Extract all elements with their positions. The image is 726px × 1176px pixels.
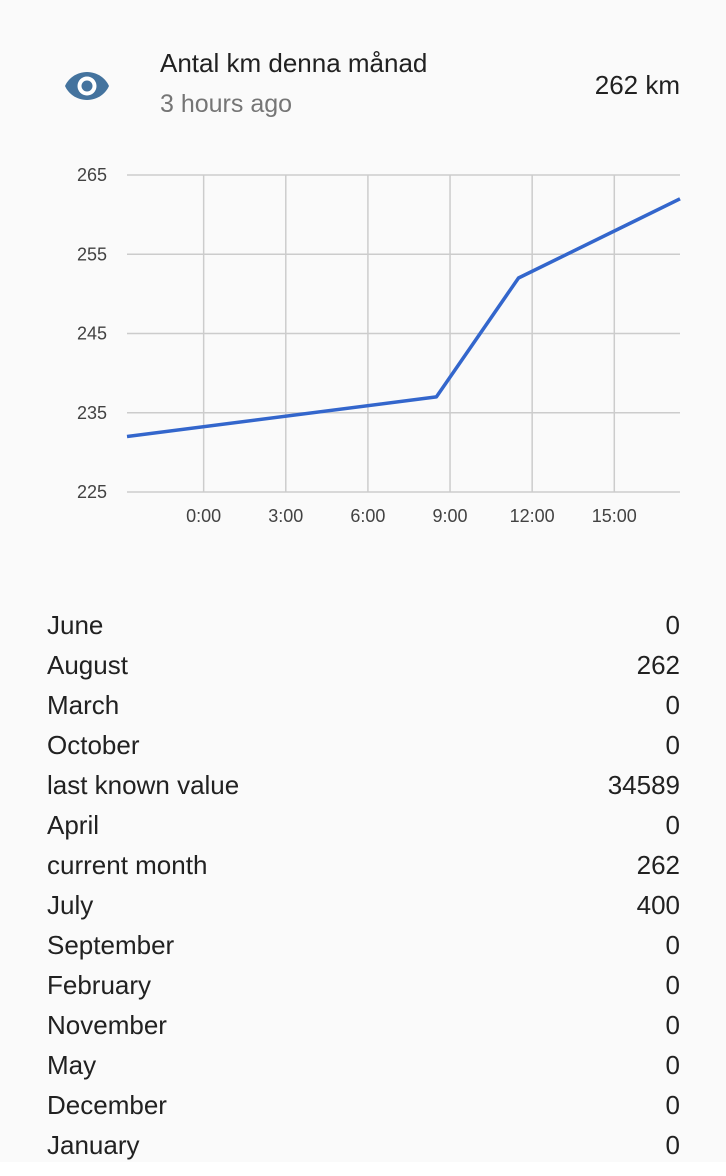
attribute-value: 0	[665, 1049, 680, 1080]
attribute-row: August 262	[47, 645, 680, 685]
x-tick-label: 9:00	[433, 506, 468, 526]
attribute-value: 0	[665, 1009, 680, 1040]
attribute-key: September	[47, 929, 175, 960]
attribute-key: December	[47, 1089, 167, 1120]
attribute-key: February	[47, 969, 152, 1000]
attribute-row: January 0	[47, 1125, 680, 1165]
attribute-value: 400	[636, 889, 680, 920]
y-axis-labels: 265 255 245 235 225	[77, 165, 107, 502]
attribute-key: January	[47, 1129, 140, 1160]
series-line[interactable]	[126, 197, 681, 439]
attribute-row: last known value 34589	[47, 765, 680, 805]
attribute-value: 0	[665, 729, 680, 760]
attribute-key: last known value	[47, 769, 240, 800]
x-tick-label: 15:00	[592, 506, 637, 526]
y-tick-label: 265	[77, 165, 107, 185]
attribute-key: October	[47, 729, 140, 760]
attribute-value: 0	[665, 1129, 680, 1160]
x-tick-label: 0:00	[186, 506, 221, 526]
eye-icon	[65, 72, 109, 100]
attribute-row: December 0	[47, 1085, 680, 1125]
attribute-value: 0	[665, 969, 680, 1000]
attribute-row: February 0	[47, 965, 680, 1005]
attribute-value: 0	[665, 809, 680, 840]
x-tick-label: 6:00	[350, 506, 385, 526]
last-changed: 3 hours ago	[160, 90, 293, 118]
attribute-row: April 0	[47, 805, 680, 845]
attribute-key: April	[47, 809, 100, 840]
attribute-row: current month 262	[47, 845, 680, 885]
entity-header[interactable]: Antal km denna månad 3 hours ago 262 km	[0, 0, 726, 140]
attributes-list: June 0 August 262 March 0 October 0 last known v…	[47, 605, 680, 1165]
attribute-value: 0	[665, 1089, 680, 1120]
x-tick-label: 3:00	[268, 506, 303, 526]
series-line-layer	[126, 197, 681, 439]
attribute-key: March	[47, 689, 120, 720]
attribute-value: 34589	[607, 769, 680, 800]
attribute-row: May 0	[47, 1045, 680, 1085]
y-tick-label: 225	[77, 482, 107, 502]
attribute-key: August	[47, 649, 128, 680]
y-tick-label: 235	[77, 403, 107, 423]
entity-name: Antal km denna månad	[160, 48, 428, 78]
x-axis-labels: 0:00 3:00 6:00 9:00 12:00 15:00	[186, 506, 637, 526]
entity-state: 262 km	[594, 70, 680, 100]
sensor-card: Antal km denna månad 3 hours ago 262 km …	[0, 0, 726, 1162]
attribute-value: 262	[636, 649, 680, 680]
chart-grid	[127, 174, 680, 493]
attribute-key: November	[47, 1009, 167, 1040]
history-chart[interactable]: 265 255 245 235 225 0:00 3:00 6:00 9:00 12:00 15:…	[0, 150, 726, 540]
attribute-key: July	[47, 889, 94, 920]
attribute-value: 0	[665, 609, 680, 640]
attribute-row: September 0	[47, 925, 680, 965]
attribute-value: 262	[636, 849, 680, 880]
x-tick-label: 12:00	[510, 506, 555, 526]
attribute-value: 0	[665, 929, 680, 960]
attribute-row: July 400	[47, 885, 680, 925]
y-tick-label: 255	[77, 244, 107, 264]
attribute-row: June 0	[47, 605, 680, 645]
attribute-key: May	[47, 1049, 97, 1080]
attribute-key: current month	[47, 849, 208, 880]
attribute-key: June	[47, 609, 104, 640]
y-tick-label: 245	[77, 324, 107, 344]
attribute-value: 0	[665, 689, 680, 720]
attribute-row: November 0	[47, 1005, 680, 1045]
attribute-row: October 0	[47, 725, 680, 765]
attribute-row: March 0	[47, 685, 680, 725]
